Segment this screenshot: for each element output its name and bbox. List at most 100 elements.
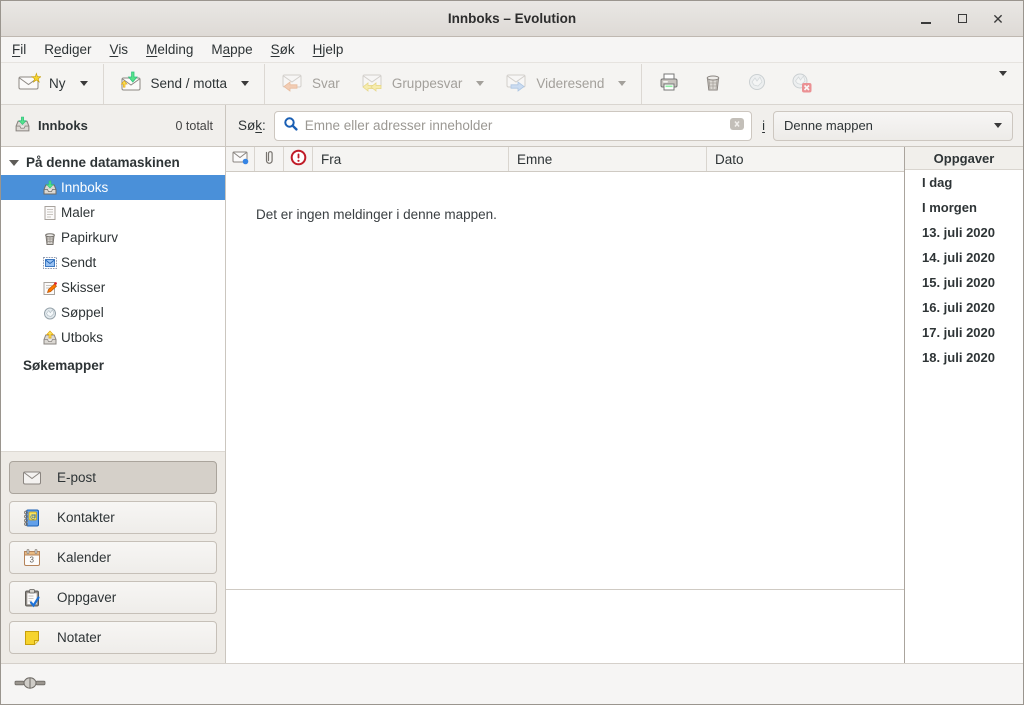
task-group-date[interactable]: 13. juli 2020 <box>905 220 1023 245</box>
titlebar: Innboks – Evolution ✕ <box>1 1 1023 37</box>
search-scope-combo[interactable]: Denne mappen <box>773 111 1013 141</box>
new-message-dropdown-arrow[interactable] <box>80 81 88 86</box>
toolbar-overflow-button[interactable] <box>989 70 1017 97</box>
group-reply-dropdown-arrow[interactable] <box>476 81 484 86</box>
send-receive-button[interactable]: Send / motta <box>109 64 260 103</box>
column-priority[interactable] <box>284 147 313 171</box>
folder-tree: På denne datamaskinen Innboks Maler <box>1 147 225 451</box>
read-status-icon <box>232 150 249 168</box>
reply-button[interactable]: Svar <box>270 64 350 103</box>
outbox-icon <box>41 329 58 346</box>
chevron-down-icon <box>999 71 1007 91</box>
minimize-button[interactable] <box>915 8 937 30</box>
column-from[interactable]: Fra <box>313 147 509 171</box>
address-book-icon: @ <box>22 508 42 528</box>
task-group-date[interactable]: 14. juli 2020 <box>905 245 1023 270</box>
toolbar-separator <box>103 64 104 104</box>
minimize-icon <box>921 22 931 24</box>
close-icon: ✕ <box>992 12 1004 26</box>
tasks-pane-header[interactable]: Oppgaver <box>905 147 1023 170</box>
switcher-tasks-button[interactable]: Oppgaver <box>9 581 217 614</box>
tree-root-on-this-computer[interactable]: På denne datamaskinen <box>1 150 225 175</box>
tasks-pane: Oppgaver I dag I morgen 13. juli 2020 14… <box>904 147 1023 663</box>
forward-label: Videresend <box>536 76 604 91</box>
task-group-date[interactable]: 16. juli 2020 <box>905 295 1023 320</box>
task-group-today[interactable]: I dag <box>905 170 1023 195</box>
group-reply-icon <box>360 70 384 97</box>
expander-icon[interactable] <box>9 160 19 166</box>
menu-file[interactable]: Fil <box>3 39 35 60</box>
folder-templates[interactable]: Maler <box>1 200 225 225</box>
folder-trash[interactable]: Papirkurv <box>1 225 225 250</box>
new-mail-icon: ★ <box>17 70 41 97</box>
folder-outbox[interactable]: Utboks <box>1 325 225 350</box>
svg-text:3: 3 <box>30 555 35 564</box>
not-junk-button[interactable] <box>779 64 823 103</box>
message-list-pane: Fra Emne Dato Det er ingen meldinger i d… <box>226 147 904 663</box>
task-group-date[interactable]: 15. juli 2020 <box>905 270 1023 295</box>
menu-edit[interactable]: Rediger <box>35 39 100 60</box>
folder-count: 0 totalt <box>175 119 213 133</box>
search-input[interactable] <box>305 118 723 133</box>
delete-button[interactable] <box>691 64 735 103</box>
task-group-date[interactable]: 18. juli 2020 <box>905 345 1023 370</box>
task-group-date[interactable]: 17. juli 2020 <box>905 320 1023 345</box>
folder-name: Innboks <box>38 118 88 133</box>
inbox-icon <box>41 179 58 196</box>
preview-pane <box>226 590 904 663</box>
window-title: Innboks – Evolution <box>1 11 1023 26</box>
maximize-button[interactable] <box>951 8 973 30</box>
menu-folder[interactable]: Mappe <box>202 39 261 60</box>
close-button[interactable]: ✕ <box>987 8 1009 30</box>
chevron-down-icon <box>994 123 1002 128</box>
column-attachment[interactable] <box>255 147 284 171</box>
maximize-icon <box>958 14 967 23</box>
column-read-status[interactable] <box>226 147 255 171</box>
task-group-tomorrow[interactable]: I morgen <box>905 195 1023 220</box>
switcher-calendar-button[interactable]: 3 Kalender <box>9 541 217 574</box>
paperclip-icon <box>262 149 276 169</box>
switcher-contacts-button[interactable]: @ Kontakter <box>9 501 217 534</box>
switcher-memos-button[interactable]: Notater <box>9 621 217 654</box>
menu-search[interactable]: Søk <box>262 39 304 60</box>
memo-note-icon <box>22 628 42 648</box>
folder-inbox[interactable]: Innboks <box>1 175 225 200</box>
menu-view[interactable]: Vis <box>101 39 138 60</box>
message-list-header: Fra Emne Dato <box>226 147 904 172</box>
junk-button[interactable] <box>735 64 779 103</box>
group-reply-button[interactable]: Gruppesvar <box>350 64 495 103</box>
column-date[interactable]: Dato <box>707 147 904 171</box>
folder-drafts[interactable]: Skisser <box>1 275 225 300</box>
new-message-button[interactable]: ★ Ny <box>7 64 98 103</box>
folder-sent[interactable]: Sendt <box>1 250 225 275</box>
send-receive-dropdown-arrow[interactable] <box>241 81 249 86</box>
menubar: Fil Rediger Vis Melding Mappe Søk Hjelp <box>1 37 1023 63</box>
folder-junk[interactable]: Søppel <box>1 300 225 325</box>
forward-dropdown-arrow[interactable] <box>618 81 626 86</box>
switcher-mail-button[interactable]: E-post <box>9 461 217 494</box>
toolbar-separator <box>264 64 265 104</box>
current-folder-info: Innboks 0 totalt <box>1 105 226 146</box>
search-scope-label: i <box>762 118 765 133</box>
empty-folder-message: Det er ingen meldinger i denne mappen. <box>256 207 497 222</box>
menu-help[interactable]: Hjelp <box>304 39 353 60</box>
sidebar: På denne datamaskinen Innboks Maler <box>1 147 226 663</box>
junk-icon <box>41 304 58 321</box>
forward-button[interactable]: Videresend <box>494 64 636 103</box>
reply-label: Svar <box>312 76 340 91</box>
trash-icon <box>41 229 58 246</box>
clear-search-icon[interactable] <box>729 117 745 134</box>
forward-icon <box>504 70 528 97</box>
tree-root-search-folders[interactable]: Søkemapper <box>1 353 225 378</box>
trash-icon <box>701 70 725 97</box>
content: På denne datamaskinen Innboks Maler <box>1 147 1023 663</box>
inbox-icon <box>14 116 31 136</box>
menu-message[interactable]: Melding <box>137 39 202 60</box>
print-button[interactable] <box>647 64 691 103</box>
online-status-plug-icon[interactable] <box>14 675 46 694</box>
message-list-body: Det er ingen meldinger i denne mappen. <box>226 172 904 589</box>
reply-icon <box>280 70 304 97</box>
search-entry[interactable] <box>274 111 752 141</box>
calendar-icon: 3 <box>22 548 42 568</box>
column-subject[interactable]: Emne <box>509 147 707 171</box>
